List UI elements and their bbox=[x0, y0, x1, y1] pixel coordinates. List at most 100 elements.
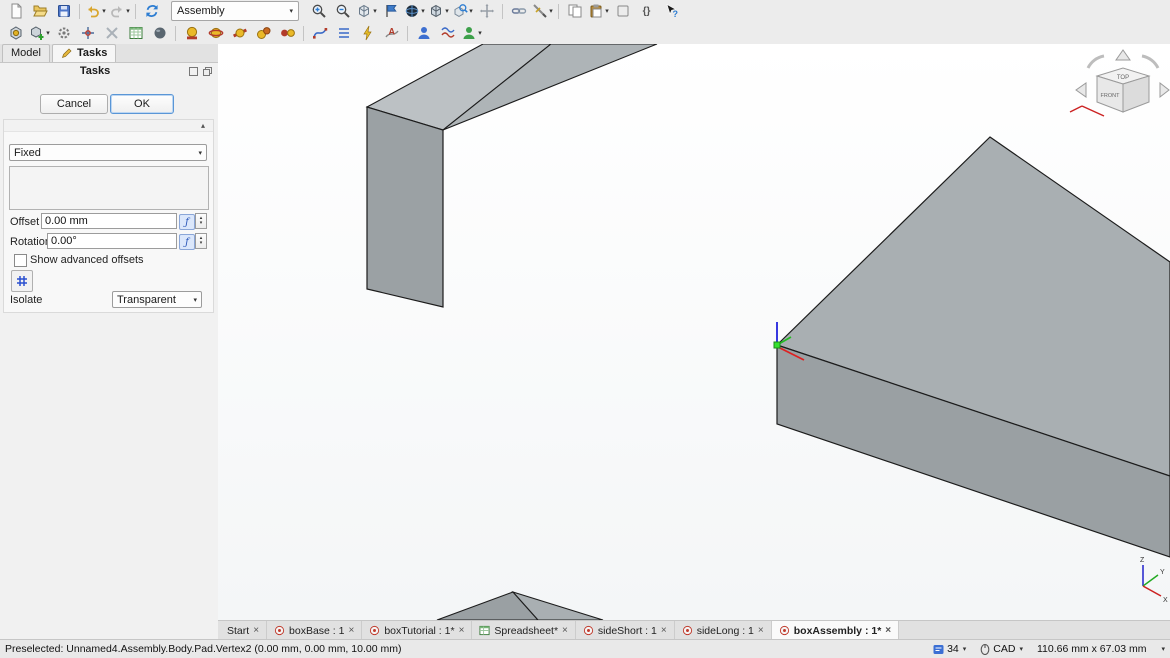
chevron-down-icon[interactable]: ▾ bbox=[478, 30, 482, 37]
chevron-down-icon[interactable]: ▾ bbox=[469, 8, 473, 15]
part-bottom-corner[interactable] bbox=[437, 592, 603, 620]
doc-tab-sideshort[interactable]: sideShort : 1 × bbox=[576, 621, 675, 640]
refresh-button[interactable] bbox=[140, 2, 163, 21]
doc-tab-start[interactable]: Start × bbox=[220, 621, 267, 640]
navigation-style-widget[interactable]: CAD ▾ bbox=[980, 643, 1023, 655]
ball-joint-button[interactable] bbox=[252, 24, 275, 43]
spin-down-icon[interactable]: ▾ bbox=[200, 221, 203, 226]
navcube-arrow-up[interactable] bbox=[1116, 50, 1130, 60]
close-icon[interactable]: × bbox=[253, 625, 259, 636]
zoom-box-button[interactable]: ▾ bbox=[451, 2, 474, 21]
pan-view-button[interactable] bbox=[475, 2, 498, 21]
chevron-down-icon[interactable]: ▾ bbox=[373, 8, 377, 15]
draw-style-button[interactable]: ▾ bbox=[355, 2, 378, 21]
offset-expression-button[interactable]: ƒ bbox=[179, 214, 195, 230]
chevron-down-icon[interactable]: ▾ bbox=[102, 8, 106, 15]
rotation-label: Rotation bbox=[10, 236, 51, 248]
workbench-selector[interactable]: Assembly ▾ bbox=[171, 1, 299, 21]
doc-tab-boxbase[interactable]: boxBase : 1 × bbox=[267, 621, 362, 640]
open-spreadsheet-button[interactable] bbox=[124, 24, 147, 43]
make-link-button[interactable] bbox=[507, 2, 530, 21]
paste-button[interactable]: ▾ bbox=[587, 2, 610, 21]
preselected-vertex[interactable] bbox=[774, 342, 780, 348]
part-box-tall[interactable] bbox=[367, 44, 657, 307]
isolate-select[interactable]: Transparent ▾ bbox=[112, 291, 202, 308]
3d-viewport[interactable]: TOP FRONT Z Y X bbox=[218, 44, 1170, 620]
person-blue-button[interactable] bbox=[412, 24, 435, 43]
cancel-button[interactable]: Cancel bbox=[40, 94, 108, 114]
create-group-button[interactable] bbox=[611, 2, 634, 21]
navigation-style-value: CAD bbox=[993, 643, 1015, 655]
edit-placement-button[interactable] bbox=[76, 24, 99, 43]
navcube-rotate-cw[interactable] bbox=[1142, 56, 1158, 68]
expression-editor-button[interactable]: {} bbox=[635, 2, 658, 21]
insert-component-button[interactable]: ▾ bbox=[28, 24, 51, 43]
gear-tool-button[interactable] bbox=[52, 24, 75, 43]
navcube-arrow-right[interactable] bbox=[1160, 83, 1169, 97]
close-icon[interactable]: × bbox=[348, 625, 354, 636]
offset-input[interactable] bbox=[41, 213, 177, 229]
motion-curves-button[interactable] bbox=[436, 24, 459, 43]
delete-element-button[interactable] bbox=[100, 24, 123, 43]
chevron-down-icon[interactable]: ▾ bbox=[445, 8, 449, 15]
doc-tab-boxtutorial[interactable]: boxTutorial : 1* × bbox=[362, 621, 472, 640]
new-document-button[interactable] bbox=[4, 2, 27, 21]
copy-button[interactable] bbox=[563, 2, 586, 21]
rotation-input[interactable] bbox=[47, 233, 177, 249]
measure-button[interactable]: ▾ bbox=[531, 2, 554, 21]
chevron-down-icon[interactable]: ▾ bbox=[126, 8, 130, 15]
toggle-visibility-button[interactable] bbox=[148, 24, 171, 43]
advanced-offsets-checkbox[interactable] bbox=[14, 254, 27, 267]
person-green-button[interactable]: ▾ bbox=[460, 24, 483, 43]
close-icon[interactable]: × bbox=[661, 625, 667, 636]
redo-button[interactable]: ▾ bbox=[108, 2, 131, 21]
close-icon[interactable]: × bbox=[758, 625, 764, 636]
create-assembly-button[interactable] bbox=[4, 24, 27, 43]
navcube-rotate-ccw[interactable] bbox=[1088, 56, 1104, 68]
axis-x-label: X bbox=[1163, 597, 1168, 604]
zoom-out-button[interactable] bbox=[331, 2, 354, 21]
rotation-spinner[interactable]: ▴▾ bbox=[195, 233, 207, 249]
doc-tab-boxassembly[interactable]: boxAssembly : 1* × bbox=[772, 621, 899, 640]
standard-views-button[interactable]: ▾ bbox=[427, 2, 450, 21]
statusbar-expander[interactable]: ▾ bbox=[1160, 646, 1165, 653]
open-document-button[interactable] bbox=[28, 2, 51, 21]
zoom-in-button[interactable] bbox=[307, 2, 330, 21]
close-icon[interactable]: × bbox=[459, 625, 465, 636]
distance-joint-button[interactable] bbox=[276, 24, 299, 43]
navigation-sphere-button[interactable]: ▾ bbox=[403, 2, 426, 21]
annotation-button[interactable]: A bbox=[380, 24, 403, 43]
fixed-joint-button[interactable] bbox=[180, 24, 203, 43]
spin-down-icon[interactable]: ▾ bbox=[200, 241, 203, 246]
offset-spinner[interactable]: ▴▾ bbox=[195, 213, 207, 229]
doc-tab-spreadsheet[interactable]: Spreadsheet* × bbox=[472, 621, 575, 640]
doc-tab-sidelong[interactable]: sideLong : 1 × bbox=[675, 621, 772, 640]
notifications-widget[interactable]: 34 ▾ bbox=[933, 643, 966, 655]
part-base-plate[interactable] bbox=[777, 137, 1170, 557]
save-document-button[interactable] bbox=[52, 2, 75, 21]
quick-solve-button[interactable] bbox=[356, 24, 379, 43]
collapse-arrow-icon[interactable]: ▴ bbox=[201, 121, 205, 130]
toggle-construction-button[interactable] bbox=[332, 24, 355, 43]
rotation-expression-button[interactable]: ƒ bbox=[179, 234, 195, 250]
fit-selection-button[interactable] bbox=[379, 2, 402, 21]
chevron-down-icon[interactable]: ▾ bbox=[46, 30, 50, 37]
flip-direction-button[interactable] bbox=[11, 270, 33, 292]
close-icon[interactable]: × bbox=[885, 625, 891, 636]
link-icon bbox=[511, 3, 527, 19]
reference-listbox[interactable] bbox=[9, 166, 209, 210]
close-icon[interactable]: × bbox=[562, 625, 568, 636]
revolute-joint-button[interactable] bbox=[204, 24, 227, 43]
groupbox-collapse-header[interactable]: ▴ bbox=[4, 120, 213, 132]
cylindrical-joint-button[interactable] bbox=[228, 24, 251, 43]
chevron-down-icon[interactable]: ▾ bbox=[421, 8, 425, 15]
navigation-cube[interactable]: TOP FRONT bbox=[1070, 50, 1169, 116]
undo-button[interactable]: ▾ bbox=[84, 2, 107, 21]
whats-this-button[interactable]: ? bbox=[659, 2, 682, 21]
attachment-mode-select[interactable]: Fixed ▾ bbox=[9, 144, 207, 161]
ok-button[interactable]: OK bbox=[110, 94, 174, 114]
chevron-down-icon[interactable]: ▾ bbox=[549, 8, 553, 15]
create-bspline-button[interactable] bbox=[308, 24, 331, 43]
navcube-arrow-left[interactable] bbox=[1076, 83, 1086, 97]
chevron-down-icon[interactable]: ▾ bbox=[605, 8, 609, 15]
